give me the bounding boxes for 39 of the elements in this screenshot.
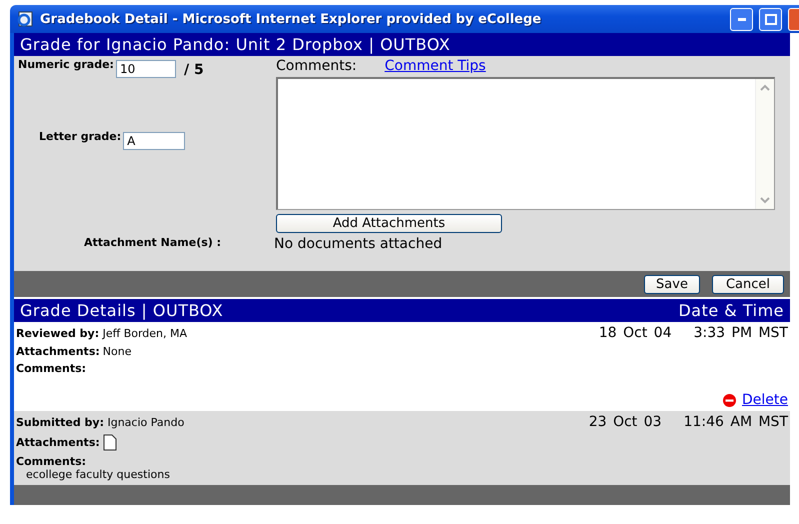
out-of-text: / 5: [184, 62, 204, 78]
field-label: Numeric grade:: [18, 58, 114, 71]
date-text: 18 Oct 04: [598, 325, 672, 341]
browser-icon: [16, 11, 34, 27]
field-label: Attachments:: [16, 436, 100, 449]
attachment-names: No documents attached: [274, 236, 444, 252]
field-label: Comments:: [16, 362, 86, 375]
section-heading: Grade Details | OUTBOX: [20, 301, 224, 320]
time-text: 11:46 AM MST: [684, 414, 788, 430]
date-text: 23 Oct 03: [588, 414, 662, 430]
minimize-button[interactable]: [730, 8, 753, 30]
comment-text: ecollege faculty questions: [25, 468, 171, 481]
person-name: Jeff Borden, MA: [102, 326, 188, 340]
cancel-button[interactable]: Cancel: [712, 274, 784, 294]
comment-tips-link[interactable]: Comment Tips: [384, 58, 486, 74]
window-title: Gradebook Detail - Microsoft Internet Explorer provided by eCollege: [40, 12, 542, 26]
person-name: Ignacio Pando: [107, 416, 184, 428]
close-button[interactable]: [788, 8, 799, 30]
numeric-grade-field[interactable]: 10: [116, 60, 176, 78]
maximize-button[interactable]: [759, 8, 782, 30]
maximize-icon: [764, 14, 776, 24]
field-label: Reviewed by:: [16, 326, 100, 340]
letter-grade-field[interactable]: A: [123, 132, 186, 150]
field-label: Letter grade:: [39, 130, 122, 143]
time-text: 3:33 PM MST: [694, 325, 788, 341]
add-attachments-button[interactable]: Add Attachments: [276, 214, 502, 233]
delete-link[interactable]: Delete: [742, 392, 788, 408]
column-heading: Date & Time: [678, 301, 784, 320]
document-icon[interactable]: [102, 434, 117, 451]
field-label: Attachments:: [16, 345, 100, 358]
minimize-icon: [738, 18, 746, 20]
page-heading: Grade for Ignacio Pando: Unit 2 Dropbox | OUTBOX: [20, 35, 450, 54]
comments-label: Comments:: [276, 58, 357, 74]
field-label: Comments:: [16, 455, 86, 468]
delete-icon[interactable]: [723, 394, 736, 406]
field-label: Attachment Name(s) :: [84, 236, 222, 249]
save-button[interactable]: Save: [644, 274, 700, 294]
field-label: Submitted by:: [16, 416, 104, 428]
attachments-value: None: [102, 345, 132, 358]
